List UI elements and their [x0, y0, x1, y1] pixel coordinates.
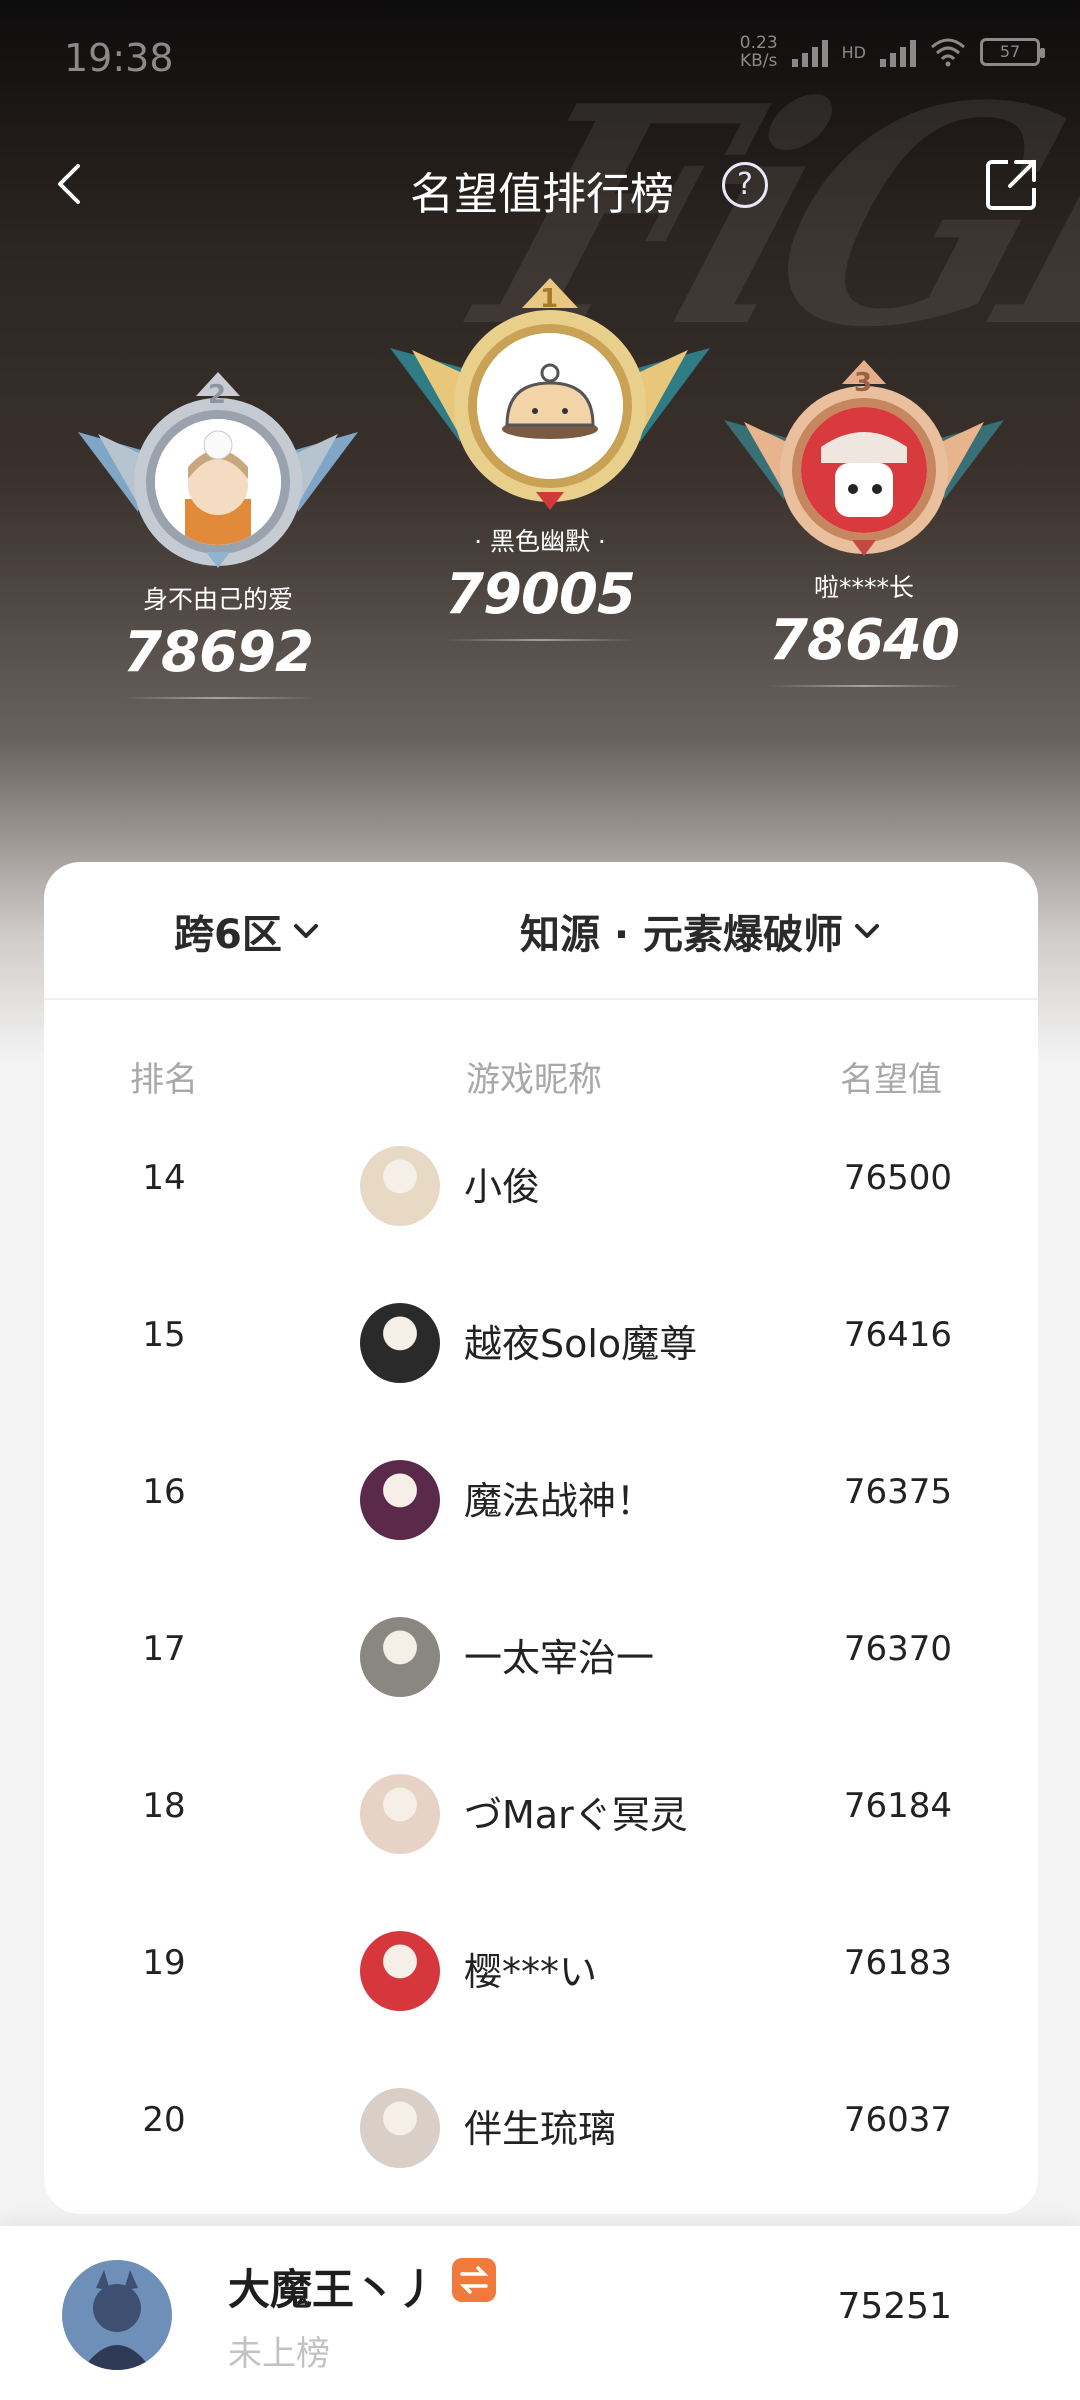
server-filter-label: 跨6区 — [174, 912, 282, 958]
column-header-score: 名望值 — [840, 1060, 942, 1100]
my-rank-bar: 大魔王丶丿 未上榜 75251 — [0, 2226, 1080, 2400]
player-avatar[interactable] — [360, 1931, 440, 2011]
podium-rank-1[interactable]: 1 · 黑色幽默 · 79005 — [390, 278, 710, 641]
player-avatar[interactable] — [360, 1774, 440, 1854]
hd-label: HD — [841, 42, 866, 62]
table-row[interactable]: 18 づMarぐ冥灵 76184 — [44, 1736, 1038, 1893]
row-rank: 16 — [142, 1472, 186, 1512]
speed-value: 0.23 — [739, 33, 778, 53]
column-header-rank: 排名 — [130, 1060, 198, 1100]
player-avatar[interactable] — [360, 1146, 440, 1226]
podium-rank-2[interactable]: 2 身不由己的爱 78692 — [68, 372, 368, 699]
row-rank: 14 — [142, 1158, 186, 1198]
table-row[interactable]: 20 伴生琉璃 76037 — [44, 2050, 1038, 2207]
table-row[interactable]: 14 小俊 76500 — [44, 1108, 1038, 1265]
share-icon[interactable] — [984, 156, 1040, 212]
red-character-avatar-icon — [801, 407, 927, 533]
row-rank: 19 — [142, 1943, 186, 1983]
player-avatar[interactable] — [360, 1303, 440, 1383]
cat-anime-avatar-icon — [155, 419, 281, 545]
back-icon[interactable] — [40, 154, 100, 214]
swap-icon — [452, 2258, 496, 2302]
player-score: 76183 — [843, 1943, 952, 1983]
player-score: 76370 — [843, 1629, 952, 1669]
podium-name: · 黑色幽默 · — [474, 527, 606, 556]
ranking-card: 跨6区 知源 · 元素爆破师 排名 游戏昵称 名望值 14 小俊 76500 15 越夜… — [44, 862, 1038, 2214]
rank-2-badge: 2 — [208, 380, 227, 410]
table-row[interactable]: 16 魔法战神！ 76375 — [44, 1422, 1038, 1579]
rank-3-badge: 3 — [854, 368, 873, 398]
podium-score: 78640 — [769, 608, 960, 673]
status-icons: 0.23 KB/s HD 57 — [740, 34, 1045, 70]
chevron-down-icon — [855, 924, 880, 938]
column-header-nickname: 游戏昵称 — [466, 1060, 602, 1100]
row-rank: 20 — [142, 2100, 186, 2140]
player-score: 76500 — [843, 1158, 952, 1198]
row-rank: 15 — [142, 1315, 186, 1355]
player-score: 76375 — [843, 1472, 952, 1512]
player-nickname: 越夜Solo魔尊 — [464, 1322, 698, 1366]
filter-bar: 跨6区 知源 · 元素爆破师 — [44, 862, 1038, 1000]
row-rank: 18 — [142, 1786, 186, 1826]
player-nickname: 一太宰治一 — [464, 1636, 655, 1680]
row-rank: 17 — [142, 1629, 186, 1669]
my-score: 75251 — [837, 2286, 952, 2327]
podium-rank-3[interactable]: 3 啦****长 78640 — [714, 360, 1014, 687]
podium-score: 78692 — [123, 620, 314, 685]
player-nickname: 伴生琉璃 — [464, 2107, 617, 2151]
podium-divider — [445, 639, 635, 641]
player-nickname: 樱***い — [464, 1950, 598, 1994]
podium-divider — [123, 697, 313, 699]
page-title: 名望值排行榜 — [410, 169, 674, 220]
player-avatar[interactable] — [360, 1617, 440, 1697]
podium-name: 身不由己的爱 — [142, 585, 293, 614]
battery-icon: 57 — [980, 38, 1045, 66]
my-rank-status: 未上榜 — [228, 2334, 330, 2374]
player-nickname: づMarぐ冥灵 — [464, 1793, 688, 1837]
podium-divider — [769, 685, 959, 687]
gold-medal: 1 — [390, 278, 710, 514]
player-avatar[interactable] — [360, 2088, 440, 2168]
bronze-medal: 3 — [724, 360, 1004, 560]
help-icon[interactable]: ? — [722, 162, 768, 208]
player-score: 76184 — [843, 1786, 952, 1826]
status-bar: 19:38 0.23 KB/s HD 57 — [0, 0, 1080, 110]
network-speed: 0.23 KB/s — [740, 34, 778, 70]
podium-name: 啦****长 — [813, 573, 914, 602]
bun-character-avatar-icon — [477, 333, 623, 479]
job-filter-label: 知源 · 元素爆破师 — [520, 912, 844, 958]
table-row[interactable]: 17 一太宰治一 76370 — [44, 1579, 1038, 1736]
chevron-down-icon — [293, 924, 318, 938]
job-filter[interactable]: 知源 · 元素爆破师 — [520, 902, 881, 960]
status-time: 19:38 — [64, 36, 174, 80]
my-avatar[interactable] — [62, 2260, 172, 2370]
player-avatar[interactable] — [360, 1460, 440, 1540]
speed-unit: KB/s — [740, 51, 778, 71]
player-nickname: 魔法战神！ — [464, 1479, 655, 1523]
wifi-icon — [931, 38, 965, 67]
podium-score: 79005 — [445, 562, 636, 627]
table-row[interactable]: 15 越夜Solo魔尊 76416 — [44, 1265, 1038, 1422]
player-score: 76416 — [843, 1315, 952, 1355]
rank-1-badge: 1 — [540, 284, 559, 314]
top-bar: 名望值排行榜 ? — [0, 140, 1080, 230]
silver-medal: 2 — [78, 372, 358, 572]
signal-icon-2 — [880, 37, 916, 67]
player-nickname: 小俊 — [464, 1165, 541, 1209]
server-filter[interactable]: 跨6区 — [174, 902, 320, 960]
signal-icon — [791, 37, 828, 67]
player-score: 76037 — [843, 2100, 952, 2140]
table-row[interactable]: 19 樱***い 76183 — [44, 1893, 1038, 2050]
my-nickname: 大魔王丶丿 — [228, 2265, 439, 2314]
